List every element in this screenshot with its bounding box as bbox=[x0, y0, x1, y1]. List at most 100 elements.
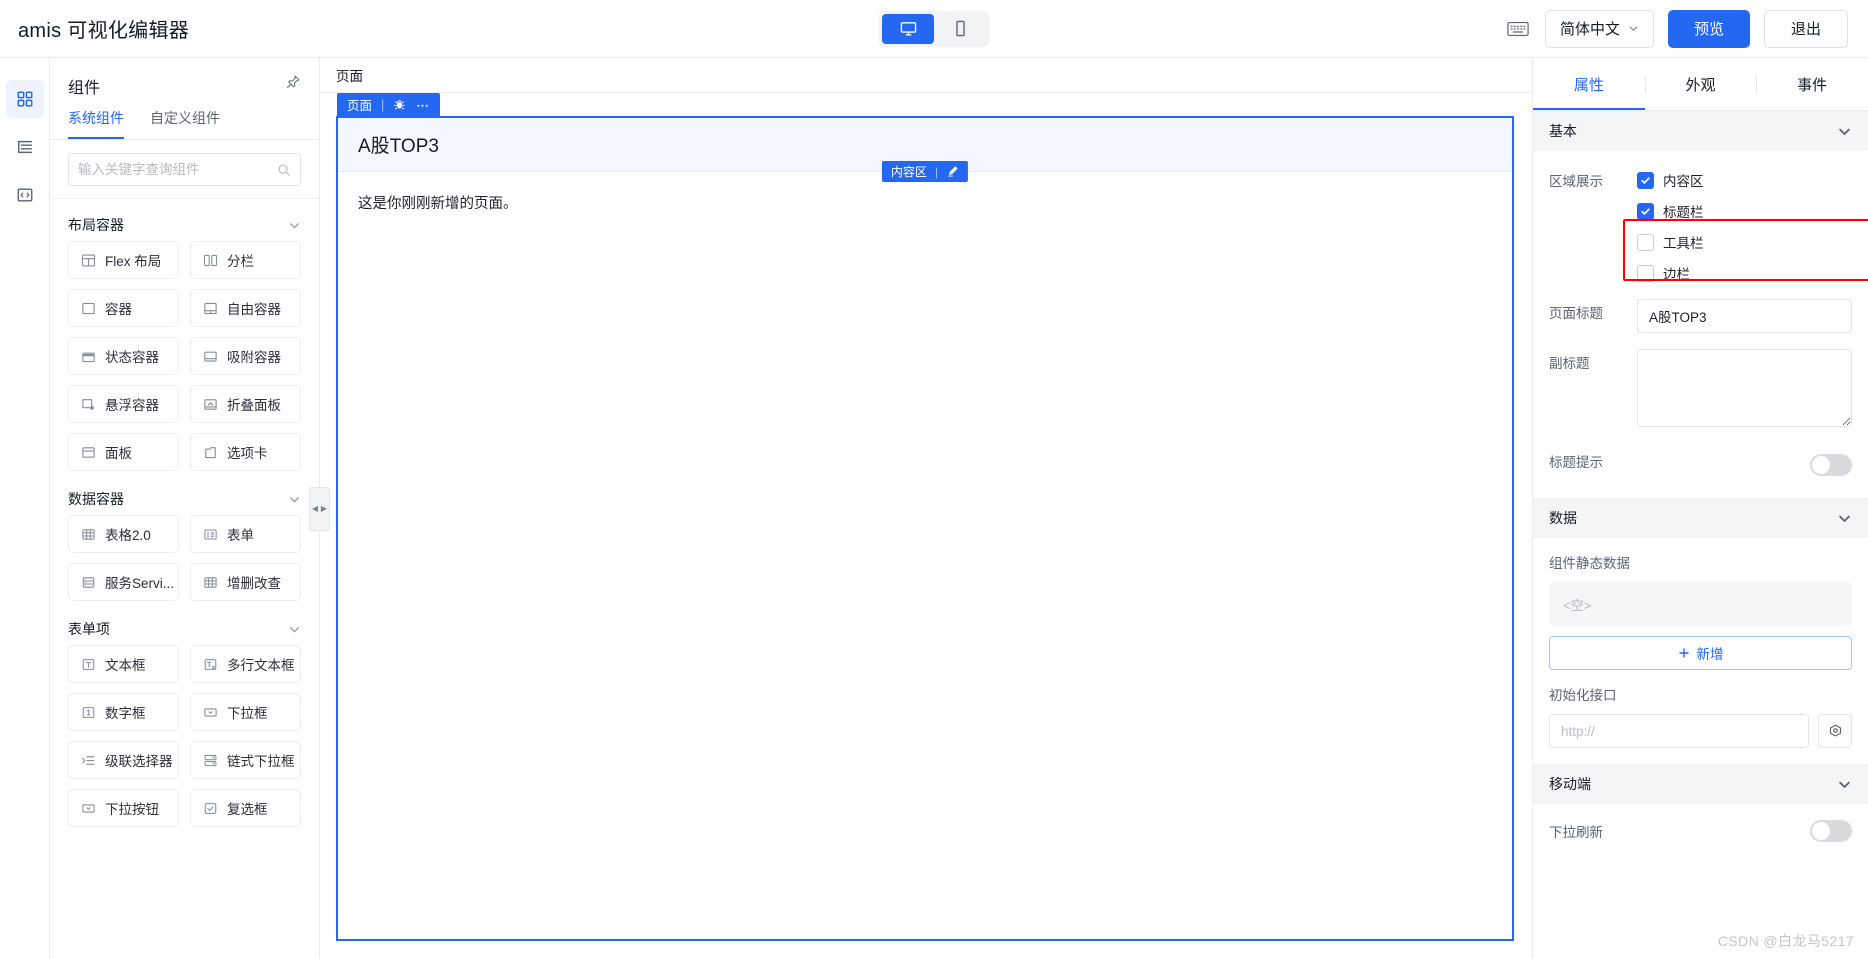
subtitle-textarea[interactable] bbox=[1637, 349, 1852, 427]
desktop-icon bbox=[900, 20, 917, 37]
rail-item-code[interactable] bbox=[6, 176, 44, 214]
component-item-sticky-container[interactable]: 吸附容器 bbox=[190, 337, 301, 375]
divider: | bbox=[935, 165, 938, 179]
component-search-box[interactable] bbox=[68, 153, 301, 186]
exit-button[interactable]: 退出 bbox=[1764, 10, 1848, 48]
mobile-icon bbox=[952, 20, 969, 37]
bug-icon[interactable] bbox=[393, 98, 406, 111]
component-item-state-container[interactable]: 状态容器 bbox=[68, 337, 179, 375]
component-item-free-container[interactable]: 自由容器 bbox=[190, 289, 301, 327]
field-control-title-tip bbox=[1637, 448, 1852, 482]
plus-icon bbox=[1678, 647, 1690, 659]
component-label: 多行文本框 bbox=[227, 654, 295, 674]
preview-button[interactable]: 预览 bbox=[1668, 10, 1750, 48]
title-tip-switch[interactable] bbox=[1810, 454, 1852, 476]
group-title-layout: 布局容器 bbox=[68, 215, 124, 235]
section-header-mobile[interactable]: 移动端 bbox=[1533, 764, 1868, 804]
checkbox-box bbox=[1637, 203, 1654, 220]
brush-icon[interactable] bbox=[946, 165, 959, 178]
component-item-textarea[interactable]: 多行文本框 bbox=[190, 645, 301, 683]
tab-events[interactable]: 事件 bbox=[1756, 58, 1868, 110]
group-header-form-items[interactable]: 表单项 bbox=[68, 603, 301, 645]
field-subtitle: 副标题 bbox=[1533, 333, 1868, 432]
editor-app: amis 可视化编辑器 bbox=[0, 0, 1868, 959]
component-grid-data: 表格2.0 表单 服务Servi... 增删改查 bbox=[68, 515, 301, 603]
tab-custom-components[interactable]: 自定义组件 bbox=[150, 108, 220, 139]
desktop-view-button[interactable] bbox=[882, 14, 934, 44]
section-header-basic[interactable]: 基本 bbox=[1533, 111, 1868, 151]
component-panel-tabs: 系统组件 自定义组件 bbox=[50, 98, 319, 140]
language-select[interactable]: 简体中文 bbox=[1545, 10, 1654, 48]
search-input[interactable] bbox=[78, 162, 271, 177]
keyboard-icon[interactable] bbox=[1505, 19, 1531, 39]
field-label-pull-refresh: 下拉刷新 bbox=[1549, 821, 1603, 841]
add-static-data-label: 新增 bbox=[1697, 643, 1724, 663]
component-item-collapse-panel[interactable]: 折叠面板 bbox=[190, 385, 301, 423]
rail-item-outline[interactable] bbox=[6, 128, 44, 166]
number-input-icon bbox=[81, 705, 96, 720]
mobile-view-button[interactable] bbox=[934, 14, 986, 44]
component-item-text-input[interactable]: 文本框 bbox=[68, 645, 179, 683]
component-item-checkbox[interactable]: 复选框 bbox=[190, 789, 301, 827]
expand-left-panel-handle[interactable]: ▶ bbox=[319, 487, 330, 531]
checkbox-title-bar[interactable]: 标题栏 bbox=[1637, 201, 1852, 221]
columns-icon bbox=[203, 253, 218, 268]
component-item-float-container[interactable]: 悬浮容器 bbox=[68, 385, 179, 423]
properties-content[interactable]: 基本 区域展示 内容区 bbox=[1533, 111, 1868, 959]
checkbox-toolbar[interactable]: 工具栏 bbox=[1637, 232, 1852, 252]
component-item-container[interactable]: 容器 bbox=[68, 289, 179, 327]
component-item-service[interactable]: 服务Servi... bbox=[68, 563, 179, 601]
pin-icon[interactable] bbox=[285, 74, 301, 90]
tab-properties[interactable]: 属性 bbox=[1533, 58, 1645, 110]
checkbox-label: 边栏 bbox=[1663, 263, 1690, 283]
component-item-tabs[interactable]: 选项卡 bbox=[190, 433, 301, 471]
rail-item-components[interactable] bbox=[6, 80, 44, 118]
text-input-icon bbox=[81, 657, 96, 672]
static-data-empty: <空> bbox=[1549, 582, 1852, 626]
chevron-down-icon bbox=[1837, 777, 1852, 792]
component-label: 分栏 bbox=[227, 250, 254, 270]
group-header-layout[interactable]: 布局容器 bbox=[68, 199, 301, 241]
free-container-icon bbox=[203, 301, 218, 316]
component-item-flex-layout[interactable]: Flex 布局 bbox=[68, 241, 179, 279]
component-item-table[interactable]: 表格2.0 bbox=[68, 515, 179, 553]
dropdown-button-icon bbox=[81, 801, 96, 816]
section-header-data[interactable]: 数据 bbox=[1533, 498, 1868, 538]
component-item-select[interactable]: 下拉框 bbox=[190, 693, 301, 731]
canvas-area: 页面 页面 | bbox=[320, 58, 1532, 959]
page-title-input[interactable] bbox=[1637, 299, 1852, 333]
init-api-input[interactable] bbox=[1549, 714, 1809, 748]
canvas-content-region[interactable]: 内容区 | 这是你刚刚新增的页面。 bbox=[338, 172, 1512, 939]
component-panel-header: 组件 bbox=[50, 58, 319, 98]
group-header-data[interactable]: 数据容器 bbox=[68, 473, 301, 515]
checkbox-sidebar[interactable]: 边栏 bbox=[1637, 263, 1852, 283]
field-label-title-tip: 标题提示 bbox=[1549, 448, 1637, 482]
component-item-form[interactable]: 表单 bbox=[190, 515, 301, 553]
init-api-block: 初始化接口 bbox=[1533, 670, 1868, 748]
component-item-chained-select[interactable]: 链式下拉框 bbox=[190, 741, 301, 779]
component-item-panel[interactable]: 面板 bbox=[68, 433, 179, 471]
grid-icon bbox=[16, 90, 34, 108]
more-icon[interactable] bbox=[415, 98, 430, 111]
component-item-crud[interactable]: 增删改查 bbox=[190, 563, 301, 601]
page-canvas[interactable]: A股TOP3 内容区 | 这是你刚刚新增的 bbox=[336, 116, 1514, 941]
pull-refresh-switch[interactable] bbox=[1810, 820, 1852, 842]
checkbox-label: 内容区 bbox=[1663, 170, 1704, 190]
search-icon bbox=[277, 163, 291, 177]
component-item-cascader[interactable]: 级联选择器 bbox=[68, 741, 179, 779]
component-label: 级联选择器 bbox=[105, 750, 173, 770]
canvas-body-text: 这是你刚刚新增的页面。 bbox=[358, 192, 1492, 213]
sticky-container-icon bbox=[203, 349, 218, 364]
component-item-number-input[interactable]: 数字框 bbox=[68, 693, 179, 731]
add-static-data-button[interactable]: 新增 bbox=[1549, 636, 1852, 670]
table-icon bbox=[81, 527, 96, 542]
tab-system-components[interactable]: 系统组件 bbox=[68, 108, 124, 139]
checkbox-content-region[interactable]: 内容区 bbox=[1637, 170, 1852, 190]
component-list[interactable]: 布局容器 Flex 布局 分栏 容 bbox=[50, 199, 319, 959]
field-page-title: 页面标题 bbox=[1533, 283, 1868, 333]
component-item-columns[interactable]: 分栏 bbox=[190, 241, 301, 279]
settings-icon[interactable] bbox=[1818, 714, 1852, 748]
component-item-dropdown-button[interactable]: 下拉按钮 bbox=[68, 789, 179, 827]
tab-appearance[interactable]: 外观 bbox=[1645, 58, 1757, 110]
field-region-display: 区域展示 内容区 bbox=[1533, 151, 1868, 283]
